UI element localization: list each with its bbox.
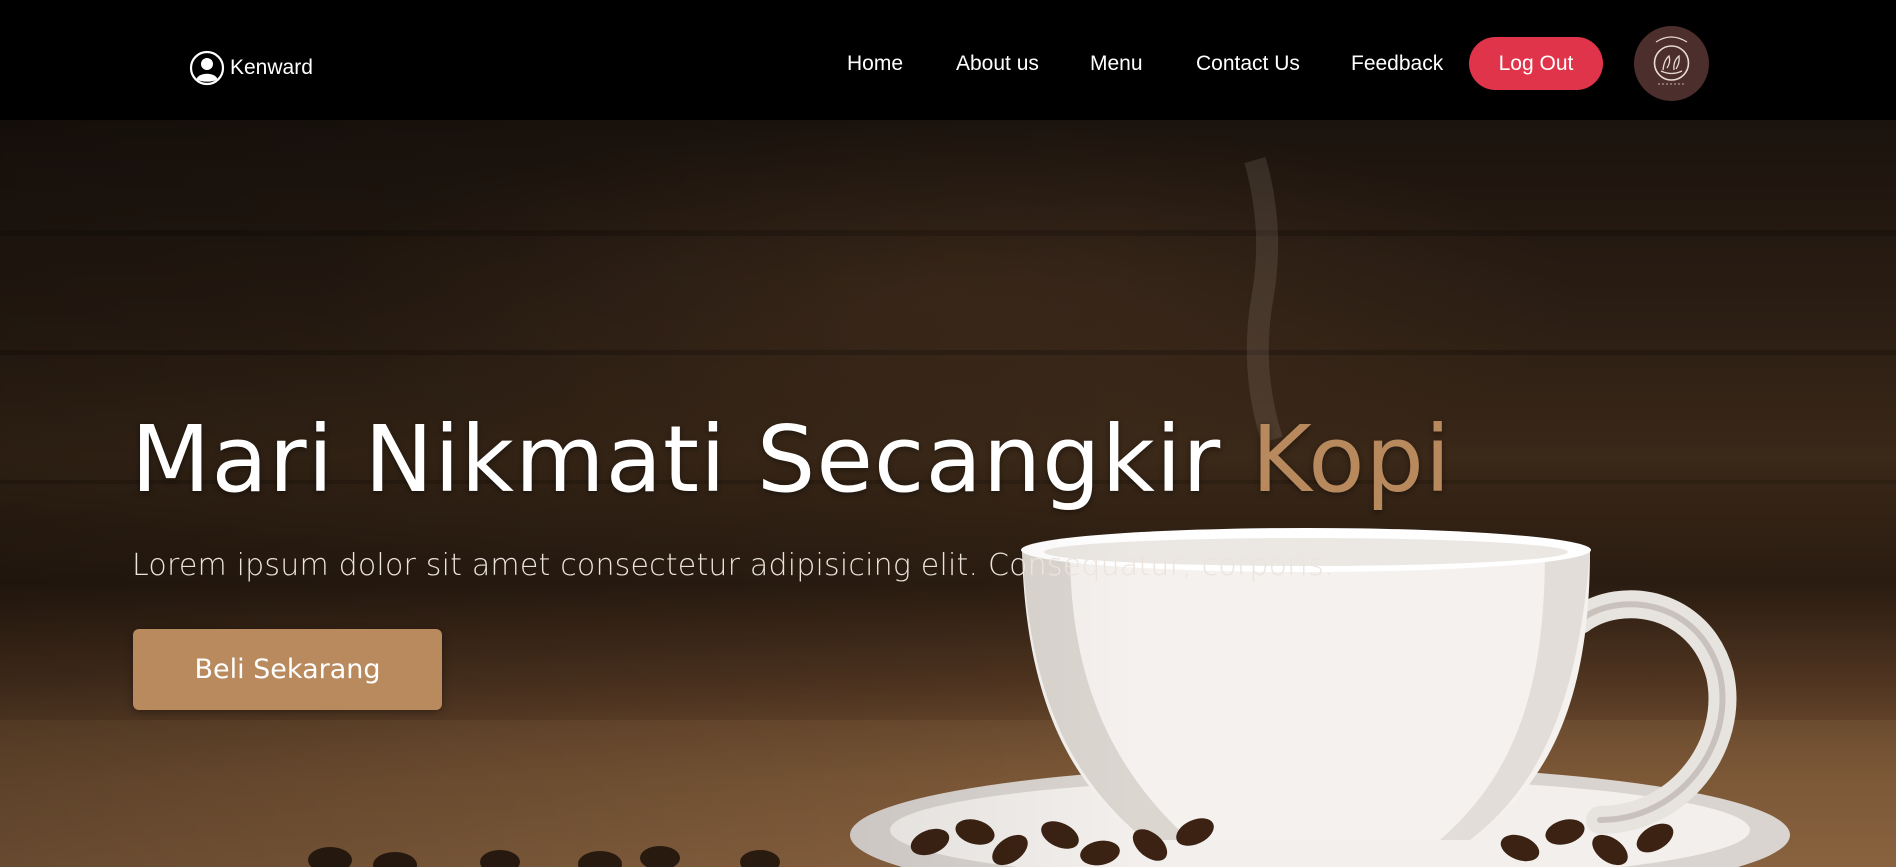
- buy-now-button[interactable]: Beli Sekarang: [133, 629, 442, 710]
- user-circle-icon: [189, 50, 225, 86]
- username: Kenward: [230, 56, 313, 79]
- nav-about-link[interactable]: About us: [956, 48, 1039, 80]
- hero-section: Mari Nikmati Secangkir Kopi Lorem ipsum …: [0, 120, 1896, 867]
- hero-title-accent: Kopi: [1251, 406, 1452, 513]
- hero-subtitle: Lorem ipsum dolor sit amet consectetur a…: [132, 548, 1334, 583]
- user-profile[interactable]: Kenward: [189, 50, 313, 86]
- navbar: Kenward Home About us Menu Contact Us Fe…: [0, 0, 1896, 120]
- hero-title: Mari Nikmati Secangkir Kopi: [131, 400, 1452, 520]
- logout-button[interactable]: Log Out: [1469, 37, 1603, 90]
- nav-menu-link[interactable]: Menu: [1090, 48, 1143, 80]
- nav-feedback-link[interactable]: Feedback: [1351, 48, 1443, 80]
- nav-home-link[interactable]: Home: [847, 48, 903, 80]
- hero-title-main: Mari Nikmati Secangkir: [131, 406, 1252, 513]
- coffee-logo-icon[interactable]: [1634, 26, 1709, 101]
- nav-contact-link[interactable]: Contact Us: [1196, 48, 1300, 80]
